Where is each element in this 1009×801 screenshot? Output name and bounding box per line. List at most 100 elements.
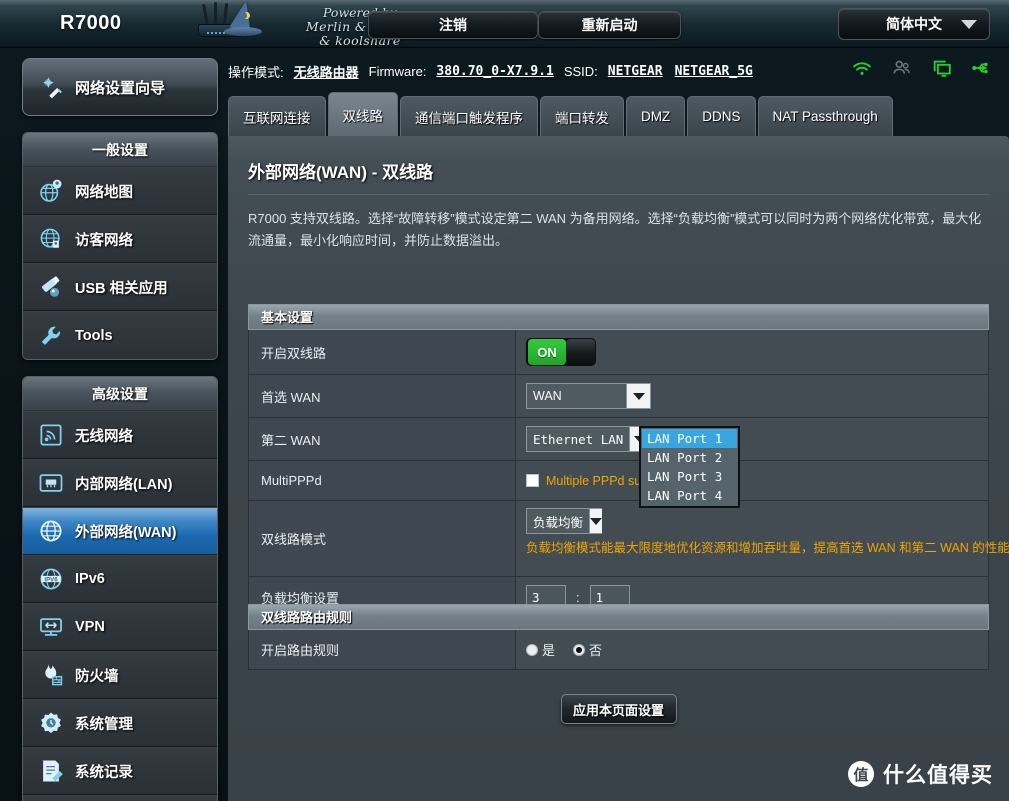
lan-port-dropdown-list[interactable]: LAN Port 1 LAN Port 2 LAN Port 3 LAN Por…: [639, 426, 740, 508]
tab-nat-passthrough[interactable]: NAT Passthrough: [757, 96, 893, 136]
tab-port-trigger[interactable]: 通信端口触发程序: [400, 96, 538, 136]
tab-dmz[interactable]: DMZ: [626, 96, 686, 136]
tab-dual-wan[interactable]: 双线路: [327, 92, 398, 136]
secondary-wan-select[interactable]: Ethernet LAN: [526, 426, 651, 452]
settings-panel: 外部网络(WAN) - 双线路 R7000 支持双线路。选择“故障转移”模式设定…: [228, 136, 1009, 801]
sidebar-label-ipv6: IPv6: [75, 571, 105, 587]
sidebar-label-wireless: 无线网络: [75, 428, 133, 445]
apply-settings-button[interactable]: 应用本页面设置: [560, 694, 677, 724]
sidebar-item-wireless[interactable]: 无线网络: [23, 411, 217, 459]
dual-wan-mode-select[interactable]: 负载均衡: [526, 508, 603, 534]
dropdown-option-lan-port-4[interactable]: LAN Port 4: [642, 486, 737, 505]
watermark-logo: 值: [848, 761, 874, 787]
sidebar-item-usb-application[interactable]: USB 相关应用: [23, 263, 217, 311]
sidebar-label-firewall: 防火墙: [75, 668, 119, 685]
chevron-down-icon: [626, 384, 650, 408]
routing-rules-section: 双线路路由规则 开启路由规则 是 否: [248, 604, 989, 670]
ssid-2g-value[interactable]: NETGEAR: [608, 64, 663, 79]
status-icon-tray: [851, 57, 993, 79]
router-logo-graphic: [196, 0, 262, 46]
setup-wizard-label: 网络设置向导: [75, 79, 166, 97]
sidebar-label-guest-network: 访客网络: [75, 232, 133, 249]
reboot-button[interactable]: 重新启动: [538, 11, 681, 39]
dropdown-option-lan-port-1[interactable]: LAN Port 1: [642, 429, 737, 448]
sidebar-item-administration[interactable]: 系统管理: [23, 699, 217, 747]
usb-application-icon: [42, 276, 60, 297]
monitor-network-icon[interactable]: [931, 57, 953, 79]
label-enable-routing-rule: 开启路由规则: [249, 630, 516, 669]
network-map-icon: [40, 179, 62, 202]
sidebar-item-vpn[interactable]: VPN: [23, 603, 217, 651]
chevron-down-icon: [961, 20, 977, 29]
sidebar-item-firewall[interactable]: 防火墙: [23, 651, 217, 699]
sidebar-item-wan[interactable]: 外部网络(WAN): [23, 507, 217, 555]
page-title: 外部网络(WAN) - 双线路: [248, 163, 434, 182]
sidebar: 网络设置向导 一般设置 网络地图 访客网络 USB 相关应用 Tools 高级设…: [22, 58, 218, 801]
sidebar-label-lan: 内部网络(LAN): [75, 476, 173, 493]
clients-users-icon[interactable]: [891, 57, 913, 79]
dual-wan-mode-hint: 负载均衡模式能最大限度地优化资源和增加吞吐量，提高首选 WAN 和第二 WAN …: [526, 541, 1009, 555]
ssid-5g-value[interactable]: NETGEAR_5G: [675, 64, 753, 79]
page-description: R7000 支持双线路。选择“故障转移”模式设定第二 WAN 为备用网络。选择“…: [248, 211, 982, 248]
svg-text:IPV6: IPV6: [44, 576, 58, 583]
language-label: 简体中文: [886, 16, 942, 32]
tab-bar: 互联网连接 双线路 通信端口触发程序 端口转发 DMZ DDNS NAT Pas…: [228, 92, 895, 136]
primary-wan-value: WAN: [533, 389, 562, 403]
wifi-icon[interactable]: [851, 57, 873, 79]
toggle-knob: [566, 339, 595, 365]
load-balance-separator: :: [576, 589, 580, 605]
toggle-on-label: ON: [528, 339, 566, 365]
wrench-icon: [41, 326, 61, 345]
row-secondary-wan: 第二 WAN Ethernet LAN: [248, 418, 989, 461]
tab-ddns[interactable]: DDNS: [687, 96, 756, 136]
enable-dual-wan-toggle[interactable]: ON: [526, 338, 596, 366]
row-dual-wan-mode: 双线路模式 负载均衡 负载均衡模式能最大限度地优化资源和增加吞吐量，提高首选 W…: [248, 501, 1009, 577]
operation-mode-value[interactable]: 无线路由器: [294, 66, 359, 81]
sidebar-label-network-map: 网络地图: [75, 184, 133, 201]
primary-wan-select[interactable]: WAN: [526, 383, 651, 409]
firmware-label: Firmware:: [368, 63, 427, 79]
sidebar-item-network-tools[interactable]: 网络工具: [23, 795, 217, 801]
basic-settings-section: 基本设置 开启双线路 ON 首选 WAN WAN 第二 WAN Ethernet…: [248, 304, 1009, 618]
row-multipppd: MultiPPPd Multiple PPPd suppo: [248, 461, 989, 501]
routing-rule-yes-label: 是: [542, 643, 556, 658]
routing-rule-no-radio[interactable]: [573, 643, 586, 656]
chevron-down-icon: [589, 509, 603, 533]
multipppd-checkbox[interactable]: [526, 474, 539, 487]
dropdown-option-lan-port-3[interactable]: LAN Port 3: [642, 467, 737, 486]
lan-icon: [39, 474, 63, 492]
operation-mode-label: 操作模式:: [228, 64, 284, 80]
menu-group-general-title: 一般设置: [23, 133, 217, 167]
language-selector[interactable]: 简体中文: [838, 8, 990, 40]
tab-port-forwarding[interactable]: 端口转发: [540, 96, 624, 136]
guest-network-icon: [40, 228, 60, 248]
firmware-version-value[interactable]: 380.70_0-X7.9.1: [436, 64, 553, 79]
title-divider: [248, 194, 989, 195]
watermark-text: 什么值得买: [883, 764, 993, 787]
logout-button[interactable]: 注销: [368, 11, 538, 39]
router-admin-page: R7000 Powered by Merlin & Vortex & kools…: [0, 0, 1009, 801]
vpn-icon: [40, 618, 62, 636]
sidebar-item-ipv6[interactable]: IPV6 IPv6: [23, 555, 217, 603]
sidebar-item-network-map[interactable]: 网络地图: [23, 167, 217, 215]
sidebar-item-system-log[interactable]: 系统记录: [23, 747, 217, 795]
sidebar-item-tools[interactable]: Tools: [23, 311, 217, 359]
row-enable-routing-rule: 开启路由规则 是 否: [248, 630, 989, 670]
secondary-wan-value: Ethernet LAN: [533, 431, 624, 447]
menu-group-advanced: 高级设置 无线网络 内部网络(LAN) 外部网络(WAN) IPV6 IPv6 …: [22, 376, 218, 801]
router-model-title: R7000: [60, 12, 122, 34]
usb-icon[interactable]: [971, 57, 993, 79]
row-enable-dual-wan: 开启双线路 ON: [248, 330, 989, 375]
routing-rule-yes-radio[interactable]: [526, 643, 538, 656]
top-banner: R7000 Powered by Merlin & Vortex & kools…: [0, 0, 1009, 48]
label-enable-dual-wan: 开启双线路: [249, 330, 516, 374]
label-primary-wan: 首选 WAN: [249, 375, 516, 417]
setup-wizard-icon: [43, 77, 63, 99]
tab-internet-connection[interactable]: 互联网连接: [228, 96, 326, 136]
ssid-label: SSID:: [563, 63, 598, 79]
sidebar-item-lan[interactable]: 内部网络(LAN): [23, 459, 217, 507]
sidebar-label-administration: 系统管理: [75, 716, 133, 733]
sidebar-item-guest-network[interactable]: 访客网络: [23, 215, 217, 263]
dropdown-option-lan-port-2[interactable]: LAN Port 2: [642, 448, 737, 467]
sidebar-item-setup-wizard[interactable]: 网络设置向导: [22, 58, 218, 116]
